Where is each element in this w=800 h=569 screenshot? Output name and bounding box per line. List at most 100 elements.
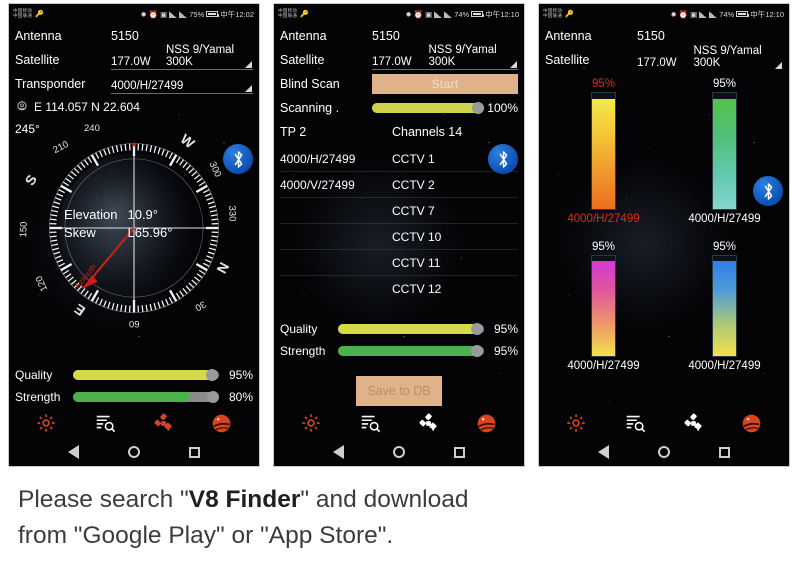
satellite-orbit-value: 177.0W <box>111 56 151 68</box>
globe-icon[interactable] <box>209 410 235 436</box>
panel-2-meters: Quality 95% Strength 95% <box>274 318 524 362</box>
list-item[interactable]: CCTV 10 <box>280 224 518 250</box>
gear-icon[interactable] <box>298 410 324 436</box>
bottom-nav-3 <box>539 408 789 438</box>
antenna-value: 5150 <box>111 29 139 43</box>
back-button[interactable] <box>332 445 344 459</box>
bluetooth-icon <box>234 150 242 168</box>
recents-button[interactable] <box>189 446 201 458</box>
chevron-down-icon[interactable] <box>510 61 517 68</box>
chevron-down-icon[interactable] <box>245 85 252 92</box>
recents-button[interactable] <box>454 446 466 458</box>
carrier-line-2: 中国联通 <box>278 13 298 18</box>
globe-icon[interactable] <box>474 410 500 436</box>
home-button[interactable] <box>657 446 670 458</box>
list-item[interactable]: 4000/V/27499 CCTV 2 <box>280 172 518 198</box>
satellite-name-value: NSS 9/Yamal 300K <box>693 45 762 69</box>
list-search-icon[interactable] <box>357 410 383 436</box>
list-item[interactable]: 4000/H/27499 CCTV 1 <box>280 146 518 172</box>
satellite-icon[interactable] <box>150 410 176 436</box>
bottom-nav-2 <box>274 408 524 438</box>
list-item[interactable]: CCTV 7 <box>280 198 518 224</box>
bluetooth-button[interactable] <box>488 144 518 174</box>
gear-icon[interactable] <box>33 410 59 436</box>
chevron-down-icon[interactable] <box>775 62 782 69</box>
clock: 中午12:02 <box>220 9 254 19</box>
transponder-row[interactable]: Transponder 4000/H/27499 <box>15 72 253 96</box>
key-icon: 🔑 <box>565 11 574 18</box>
home-button[interactable] <box>127 446 140 458</box>
back-button[interactable] <box>67 445 79 459</box>
channel-list[interactable]: 4000/H/27499 CCTV 1 4000/V/27499 CCTV 2 … <box>274 146 524 302</box>
signal-icon-2 <box>709 10 718 18</box>
gear-icon[interactable] <box>563 410 589 436</box>
channel-name: CCTV 7 <box>392 203 435 218</box>
clock: 中午12:10 <box>750 9 784 19</box>
compass-tick-330: 330 <box>226 205 238 222</box>
save-to-db-button[interactable]: Save to DB <box>356 376 442 406</box>
list-item[interactable]: CCTV 11 <box>280 250 518 276</box>
battery-percent: 74% <box>454 9 470 19</box>
satellite-row[interactable]: Satellite 177.0W NSS 9/Yamal 300K <box>280 44 518 72</box>
recents-button[interactable] <box>719 446 731 458</box>
strength-label: Strength <box>15 390 61 404</box>
caption-part-2: " and download <box>300 486 469 513</box>
strength-value: 95% <box>493 344 518 358</box>
satellite-row[interactable]: Satellite 177.0W NSS 9/Yamal 300K <box>15 44 253 72</box>
bluetooth-button[interactable] <box>223 144 253 174</box>
satellite-orbit-value: 177.0W <box>372 56 412 68</box>
phone-panel-2: 中国移动 中国联通 🔑 ✹ ⏰ ▣ 74% 中午12:10 Antenna 51… <box>273 3 525 467</box>
sd-card-icon: ▣ <box>425 9 433 19</box>
compass-tick-60: 60 <box>129 318 140 329</box>
globe-icon[interactable] <box>739 410 765 436</box>
phone-panel-1: 中国移动 中国联通 🔑 ✹ ⏰ ▣ 75% 中午12:02 Antenna 51… <box>8 3 260 467</box>
quality-label: Quality <box>15 368 53 382</box>
start-button[interactable]: Start <box>372 74 518 94</box>
caption-part-1: Please search " <box>18 486 189 513</box>
status-icons: ✹ ⏰ ▣ 74% 中午12:10 <box>405 9 519 20</box>
gauge-bar <box>712 92 737 210</box>
battery-icon <box>206 11 220 17</box>
satellite-select[interactable]: 177.0W NSS 9/Yamal 300K <box>637 45 783 70</box>
satellite-name-value: NSS 9/Yamal 300K <box>428 44 497 68</box>
satellite-select[interactable]: 177.0W NSS 9/Yamal 300K <box>111 44 253 70</box>
gauge-row-bottom: 95% 4000/H/27499 95% 4000/H/27499 <box>543 241 785 372</box>
compass-widget[interactable]: 245° 240 W 300 330 N 30 60 E 120 150 S 2… <box>9 120 259 332</box>
chevron-down-icon[interactable] <box>245 61 252 68</box>
back-button[interactable] <box>597 445 609 459</box>
antenna-label: Antenna <box>280 29 327 43</box>
scanning-row: Scanning . 100% <box>280 96 518 120</box>
elevation-label: Elevation <box>64 207 118 222</box>
satellite-name-value: NSS 9/Yamal 300K <box>165 44 235 68</box>
phone-panels: 中国移动 中国联通 🔑 ✹ ⏰ ▣ 75% 中午12:02 Antenna 51… <box>0 0 800 470</box>
azimuth-degree-label: 245° <box>15 122 40 136</box>
gauge-row-top: 95% 4000/H/27499 95% 4000/H/27499 <box>543 78 785 225</box>
list-search-icon[interactable] <box>92 410 118 436</box>
gauge-percent: 95% <box>712 241 737 253</box>
satellite-select[interactable]: 177.0W NSS 9/Yamal 300K <box>372 44 518 70</box>
satellite-row[interactable]: Satellite 177.0W NSS 9/Yamal 300K <box>545 45 783 72</box>
home-button[interactable] <box>392 446 405 458</box>
list-item[interactable]: CCTV 12 <box>280 276 518 302</box>
alarm-icon: ⏰ <box>148 9 159 19</box>
bluetooth-icon <box>764 182 772 200</box>
compass-tick-240: 240 <box>84 123 100 134</box>
transponder-select[interactable]: 4000/H/27499 <box>111 74 253 94</box>
key-icon: 🔑 <box>300 11 309 18</box>
bluetooth-status-icon: ✹ <box>670 9 677 19</box>
gauge-caption: 4000/H/27499 <box>688 360 761 372</box>
tp-header-row: TP 2 Channels 14 <box>280 120 518 144</box>
satellite-label: Satellite <box>15 53 60 67</box>
satellite-icon[interactable] <box>415 410 441 436</box>
elevation-value: 10.9° <box>127 207 158 222</box>
phone-panel-3: 中国移动 中国联通 🔑 ✹ ⏰ ▣ 74% 中午12:10 Antenna 51… <box>538 3 790 467</box>
gauge-bar <box>591 255 616 357</box>
bluetooth-status-icon: ✹ <box>140 9 147 19</box>
list-search-icon[interactable] <box>622 410 648 436</box>
channel-name: CCTV 11 <box>392 255 441 270</box>
gauge-caption: 4000/H/27499 <box>567 360 640 372</box>
gauge-percent: 95% <box>591 241 616 253</box>
quality-value: 95% <box>228 368 253 382</box>
bluetooth-button[interactable] <box>753 176 783 206</box>
satellite-icon[interactable] <box>680 410 706 436</box>
